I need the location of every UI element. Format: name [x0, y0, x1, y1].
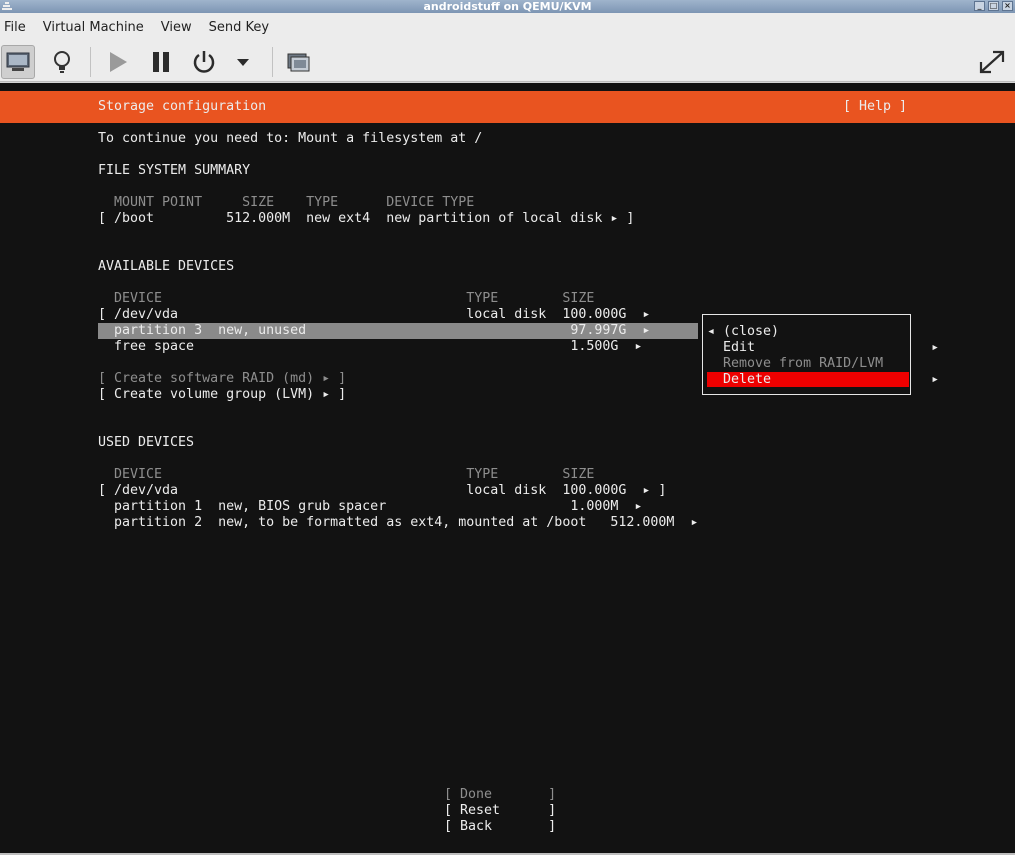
page-title: Storage configuration: [98, 99, 267, 114]
vm-console[interactable]: Storage configuration [ Help ] To contin…: [0, 83, 1015, 853]
used-devices-heading: USED DEVICES: [98, 435, 195, 450]
console-view-button[interactable]: [1, 45, 35, 79]
available-device-row-selected[interactable]: partition 3 new, unused 97.997G ▸: [98, 323, 650, 339]
toolbar-separator: [272, 47, 273, 77]
shutdown-menu-button[interactable]: [226, 45, 260, 79]
app-logo-icon: [2, 2, 12, 11]
done-button: [ Done ]: [444, 787, 557, 802]
fs-summary-row[interactable]: [ /boot 512.000M new ext4 new partition …: [98, 211, 634, 227]
run-button[interactable]: [101, 45, 135, 79]
pause-button[interactable]: [144, 45, 178, 79]
reset-button[interactable]: [ Reset ]: [444, 803, 556, 819]
instruction-text: To continue you need to: Mount a filesys…: [98, 131, 483, 146]
window-title: androidstuff on QEMU/KVM: [423, 0, 592, 13]
window-titlebar: androidstuff on QEMU/KVM _ □ ×: [0, 0, 1015, 13]
available-devices-header: DEVICE TYPE SIZE: [98, 291, 595, 306]
power-icon: [193, 51, 215, 73]
menu-item-remove-raid-lvm: Remove from RAID/LVM: [707, 356, 884, 371]
lightbulb-icon: [54, 51, 70, 73]
menu-send-key[interactable]: Send Key: [205, 20, 273, 35]
fullscreen-button[interactable]: [975, 45, 1009, 79]
back-button[interactable]: [ Back ]: [444, 819, 556, 835]
help-button[interactable]: [ Help ]: [843, 99, 907, 115]
toolbar: [0, 41, 1015, 82]
used-devices-header: DEVICE TYPE SIZE: [98, 467, 595, 482]
create-raid-button: [ Create software RAID (md) ▸ ]: [98, 371, 347, 386]
fs-summary-heading: FILE SYSTEM SUMMARY: [98, 163, 251, 178]
used-device-row[interactable]: partition 1 new, BIOS grub spacer 1.000M…: [98, 499, 642, 515]
partition-action-menu: ◂ (close) Edit ▸ Remove from RAID/LVM De…: [702, 314, 939, 395]
close-button[interactable]: ×: [1002, 1, 1013, 11]
available-devices-heading: AVAILABLE DEVICES: [98, 259, 235, 274]
pause-icon: [153, 52, 169, 72]
details-view-button[interactable]: [45, 45, 79, 79]
toolbar-separator: [90, 47, 91, 77]
fullscreen-icon: [979, 50, 1005, 74]
available-device-row[interactable]: free space 1.500G ▸: [98, 339, 642, 355]
used-device-row[interactable]: [ /dev/vda local disk 100.000G ▸ ]: [98, 483, 666, 499]
dropdown-arrow-icon: [237, 59, 249, 66]
fs-summary-header: MOUNT POINT SIZE TYPE DEVICE TYPE: [98, 195, 475, 210]
play-icon: [110, 52, 127, 72]
monitor-icon: [6, 52, 30, 71]
shutdown-button[interactable]: [187, 45, 221, 79]
maximize-button[interactable]: □: [988, 1, 999, 11]
create-lvm-button[interactable]: [ Create volume group (LVM) ▸ ]: [98, 387, 346, 403]
snapshot-button[interactable]: [281, 45, 315, 79]
used-device-row[interactable]: partition 2 new, to be formatted as ext4…: [98, 515, 698, 531]
screenshot-icon: [287, 53, 310, 72]
menu-item-edit[interactable]: Edit ▸: [707, 340, 939, 356]
menubar: File Virtual Machine View Send Key: [0, 13, 1015, 41]
minimize-button[interactable]: _: [974, 1, 985, 11]
menu-virtual-machine[interactable]: Virtual Machine: [39, 20, 148, 35]
menu-file[interactable]: File: [0, 20, 30, 35]
menu-item-delete[interactable]: Delete ▸: [707, 372, 939, 388]
menu-view[interactable]: View: [157, 20, 196, 35]
available-device-row[interactable]: [ /dev/vda local disk 100.000G ▸: [98, 307, 650, 323]
menu-item-close[interactable]: ◂ (close): [707, 324, 779, 340]
